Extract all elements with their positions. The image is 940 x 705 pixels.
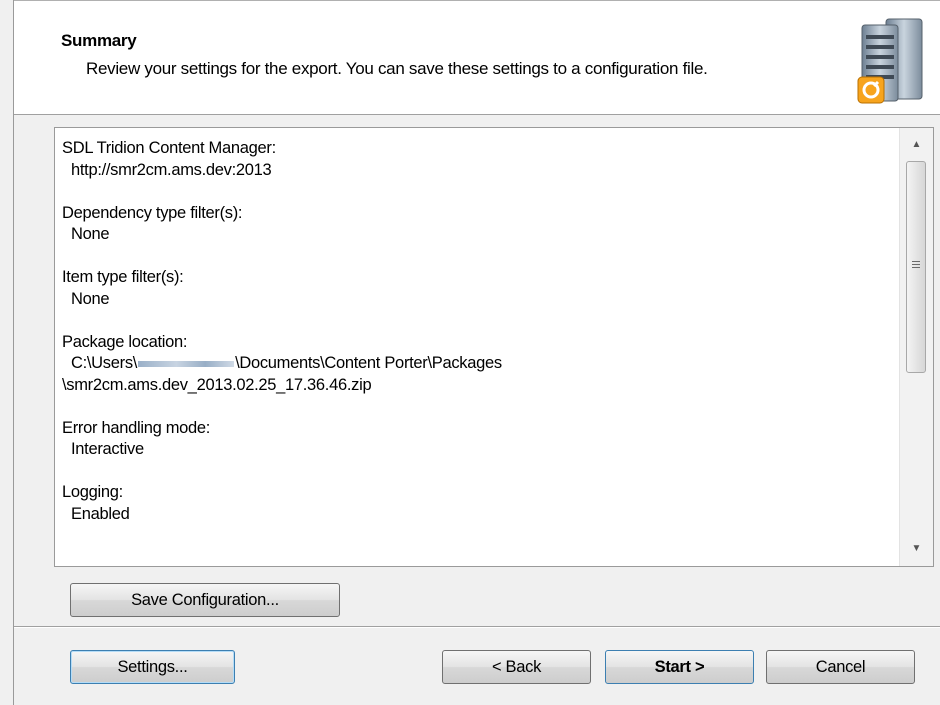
summary-item-content-manager: SDL Tridion Content Manager: http://smr2…: [62, 138, 892, 181]
redacted-username: [138, 360, 235, 367]
package-path-suffix: \Documents\Content Porter\Packages: [235, 354, 502, 372]
page-subtitle: Review your settings for the export. You…: [86, 59, 708, 78]
start-button[interactable]: Start >: [605, 650, 754, 684]
summary-textbox[interactable]: SDL Tridion Content Manager: http://smr2…: [54, 127, 934, 567]
save-configuration-button[interactable]: Save Configuration...: [70, 583, 340, 617]
summary-value: Interactive: [71, 440, 144, 458]
summary-item-item-type-filter: Item type filter(s): None: [62, 267, 892, 310]
scroll-up-arrow-icon[interactable]: ▲: [900, 130, 933, 160]
package-file-name: \smr2cm.ams.dev_2013.02.25_17.36.46.zip: [62, 375, 372, 394]
summary-label: Logging:: [62, 483, 123, 501]
summary-label: Dependency type filter(s):: [62, 203, 243, 222]
grip-icon: [912, 261, 920, 268]
wizard-header: Summary Review your settings for the exp…: [14, 0, 940, 115]
server-stack-icon: [857, 18, 923, 104]
summary-content: SDL Tridion Content Manager: http://smr2…: [62, 138, 892, 547]
summary-value: None: [71, 225, 110, 243]
summary-label: SDL Tridion Content Manager:: [62, 139, 276, 157]
export-wizard-window: Summary Review your settings for the exp…: [13, 0, 940, 705]
summary-label: Error handling mode:: [62, 418, 211, 437]
summary-item-logging: Logging: Enabled: [62, 482, 892, 525]
vertical-scrollbar[interactable]: ▲ ▼: [899, 128, 933, 566]
summary-item-dependency-filter: Dependency type filter(s): None: [62, 203, 892, 246]
settings-button[interactable]: Settings...: [70, 650, 235, 684]
summary-value: None: [71, 289, 110, 308]
summary-value: Enabled: [71, 504, 130, 523]
summary-label: Package location:: [62, 332, 188, 351]
summary-item-error-handling: Error handling mode: Interactive: [62, 418, 892, 461]
summary-label: Item type filter(s):: [62, 268, 184, 286]
cancel-button[interactable]: Cancel: [766, 650, 915, 684]
package-path-prefix: C:\Users\: [71, 354, 138, 372]
back-button[interactable]: < Back: [442, 650, 591, 684]
page-title: Summary: [61, 31, 137, 50]
package-path-line: C:\Users\ \Documents\Content Porter\Packa…: [62, 353, 892, 375]
scrollbar-thumb[interactable]: [906, 161, 926, 373]
scroll-down-arrow-icon[interactable]: ▼: [900, 534, 933, 564]
summary-value: http://smr2cm.ams.dev:2013: [71, 160, 272, 179]
summary-item-package-location: Package location: C:\Users\ \Documents\Co…: [62, 332, 892, 397]
footer-divider: [14, 626, 940, 628]
